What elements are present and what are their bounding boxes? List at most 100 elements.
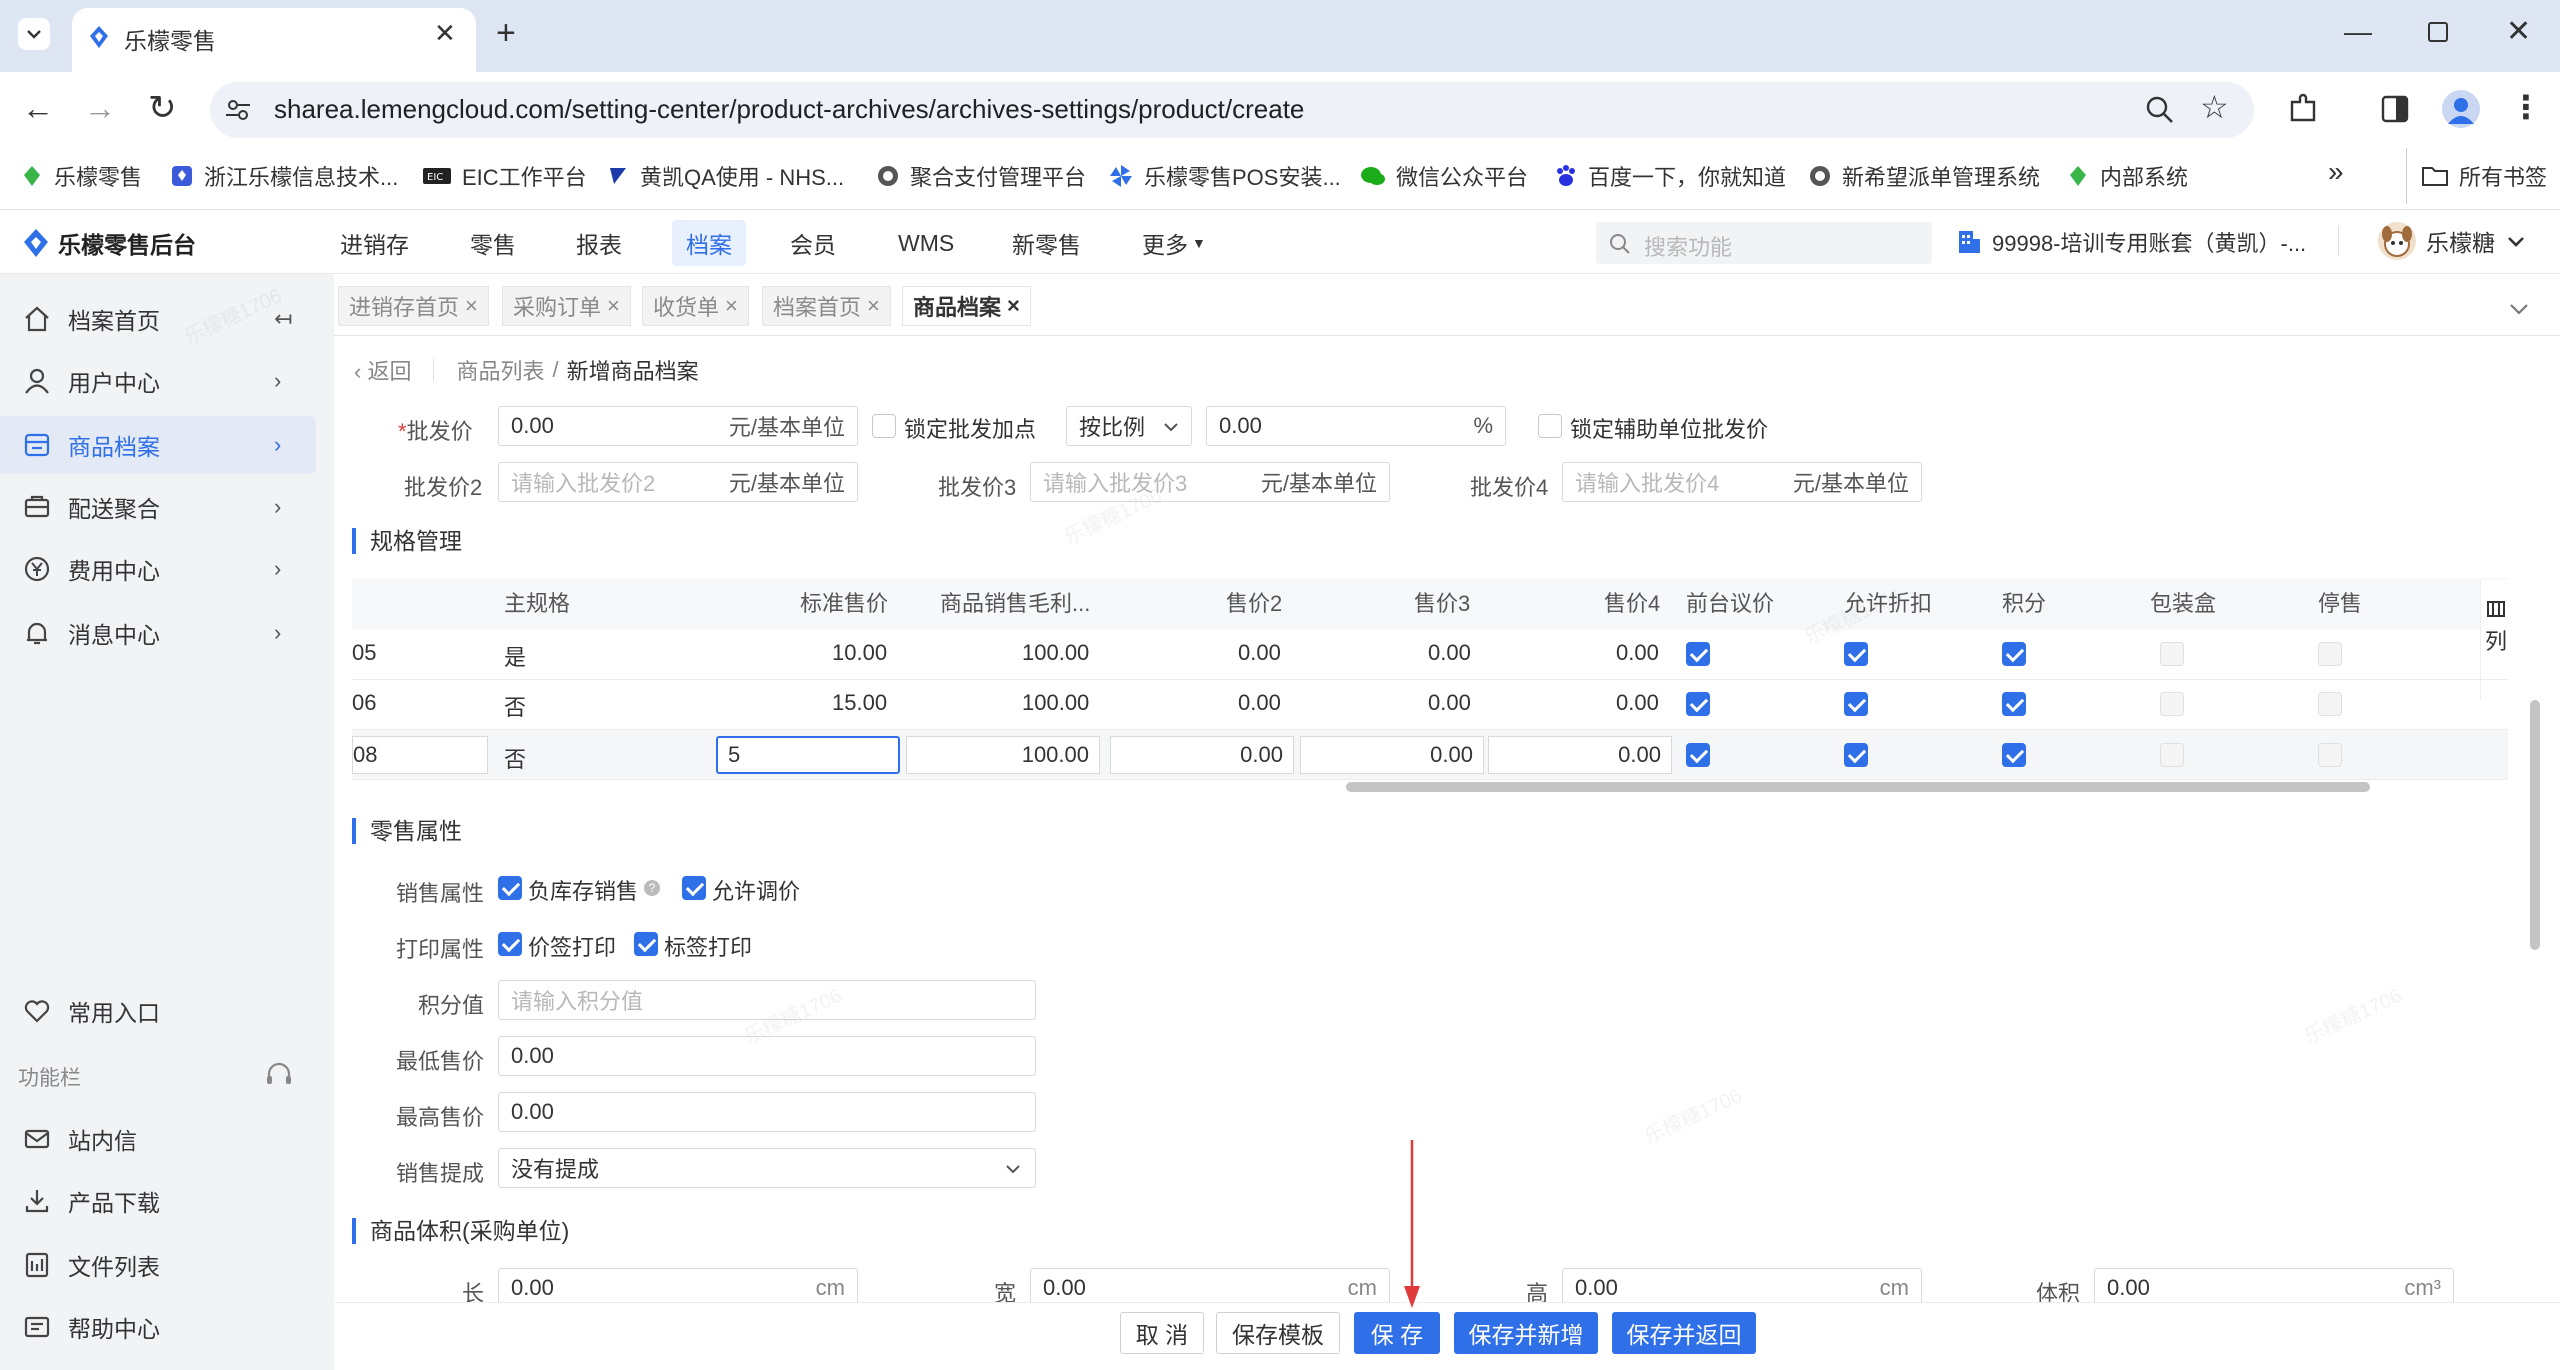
nav-retail[interactable]: 零售	[456, 220, 530, 266]
points-checkbox[interactable]	[2002, 642, 2026, 666]
close-icon[interactable]: ×	[867, 293, 880, 319]
new-tab-button[interactable]: +	[496, 14, 516, 53]
lock-markup-checkbox[interactable]	[872, 414, 896, 438]
package-box-checkbox[interactable]	[2160, 743, 2184, 767]
allow-discount-checkbox[interactable]	[1844, 642, 1868, 666]
close-icon[interactable]: ×	[465, 293, 478, 319]
forward-button[interactable]: →	[84, 90, 116, 127]
account-switcher[interactable]: 99998-培训专用账套（黄凯）-...	[1956, 226, 2306, 258]
stop-sale-checkbox[interactable]	[2318, 743, 2342, 767]
reload-button[interactable]: ↻	[148, 88, 177, 128]
sidebar-item-inbox[interactable]: 站内信	[0, 1110, 316, 1168]
page-vertical-scrollbar[interactable]	[2530, 700, 2540, 950]
price2-input[interactable]: 0.00	[1110, 736, 1294, 774]
bookmark-item[interactable]: EIC EIC工作平台	[422, 148, 587, 204]
zoom-icon[interactable]	[2144, 94, 2176, 126]
tab-product-archives[interactable]: 商品档案 ×	[902, 286, 1031, 326]
tab-psi-home[interactable]: 进销存首页 ×	[338, 286, 489, 326]
tab-close-icon[interactable]: ✕	[434, 18, 456, 49]
address-bar[interactable]: sharea.lemengcloud.com/setting-center/pr…	[210, 82, 2254, 138]
sidebar-item-message-center[interactable]: 消息中心 ›	[0, 604, 316, 662]
label-print-checkbox[interactable]	[634, 932, 658, 956]
counter-bargain-checkbox[interactable]	[1686, 692, 1710, 716]
price3-input[interactable]: 0.00	[1300, 736, 1484, 774]
nav-purchase-sales-inventory[interactable]: 进销存	[326, 220, 423, 266]
package-box-checkbox[interactable]	[2160, 692, 2184, 716]
app-logo[interactable]: 乐檬零售后台	[22, 226, 196, 260]
nav-members[interactable]: 会员	[776, 220, 850, 266]
browser-tab[interactable]: 乐檬零售 ✕	[72, 8, 476, 72]
sidebar-item-help-center[interactable]: 帮助中心	[0, 1298, 316, 1356]
bookmark-item[interactable]: 微信公众平台	[1360, 148, 1528, 204]
max-price-input[interactable]: 0.00	[498, 1092, 1036, 1132]
save-button[interactable]: 保 存	[1354, 1312, 1440, 1354]
bookmark-item[interactable]: 百度一下，你就知道	[1554, 148, 1786, 204]
close-window-button[interactable]: ✕	[2506, 14, 2531, 49]
tab-purchase-order[interactable]: 采购订单 ×	[502, 286, 631, 326]
bookmark-item[interactable]: 乐檬零售POS安装...	[1108, 148, 1341, 204]
help-question-icon[interactable]: ?	[644, 880, 660, 896]
function-search-input[interactable]: 搜索功能	[1596, 222, 1932, 264]
menu-kebab-icon[interactable]: ⋮	[2510, 88, 2542, 126]
markup-percent-input[interactable]: 0.00%	[1206, 406, 1506, 446]
gross-margin-input[interactable]: 100.00	[906, 736, 1100, 774]
bookmark-item[interactable]: 浙江乐檬信息技术...	[170, 148, 398, 204]
back-link[interactable]: ‹ 返回	[354, 354, 411, 386]
close-icon[interactable]: ×	[1007, 293, 1020, 319]
all-bookmarks-button[interactable]: 所有书签	[2406, 148, 2547, 204]
allow-discount-checkbox[interactable]	[1844, 692, 1868, 716]
save-and-new-button[interactable]: 保存并新增	[1454, 1312, 1598, 1354]
commission-select[interactable]: 没有提成	[498, 1148, 1036, 1188]
sidebar-item-product-download[interactable]: 产品下载	[0, 1172, 316, 1230]
sidebar-item-user-center[interactable]: 用户中心 ›	[0, 352, 316, 410]
side-panel-icon[interactable]	[2380, 94, 2410, 124]
close-icon[interactable]: ×	[725, 293, 738, 319]
bookmark-item[interactable]: 新希望派单管理系统	[1808, 148, 2040, 204]
save-and-return-button[interactable]: 保存并返回	[1612, 1312, 1756, 1354]
sidebar-item-delivery[interactable]: 配送聚合 ›	[0, 478, 316, 536]
sidebar-item-common-entry[interactable]: 常用入口	[0, 982, 316, 1040]
tab-receipt[interactable]: 收货单 ×	[642, 286, 749, 326]
nav-wms[interactable]: WMS	[884, 220, 968, 266]
bookmark-item[interactable]: 黄凯QA使用 - NHS...	[606, 148, 844, 204]
nav-reports[interactable]: 报表	[562, 220, 636, 266]
nav-more[interactable]: 更多 ▼	[1128, 220, 1220, 266]
stop-sale-checkbox[interactable]	[2318, 692, 2342, 716]
lock-aux-price-checkbox[interactable]	[1538, 414, 1562, 438]
allow-price-adjust-checkbox[interactable]	[682, 876, 706, 900]
tabs-dropdown-icon[interactable]	[2506, 296, 2532, 322]
counter-bargain-checkbox[interactable]	[1686, 642, 1710, 666]
restore-button[interactable]	[2428, 22, 2448, 42]
counter-bargain-checkbox[interactable]	[1686, 743, 1710, 767]
more-bookmarks-button[interactable]: »	[2328, 156, 2344, 188]
bookmark-star-icon[interactable]: ☆	[2200, 88, 2229, 126]
breadcrumb-parent[interactable]: 商品列表	[456, 354, 544, 386]
spec-code-input[interactable]: 08	[352, 736, 488, 774]
allow-discount-checkbox[interactable]	[1844, 743, 1868, 767]
package-box-checkbox[interactable]	[2160, 642, 2184, 666]
profile-avatar[interactable]	[2442, 90, 2480, 128]
table-horizontal-scrollbar[interactable]	[1346, 782, 2370, 792]
close-icon[interactable]: ×	[607, 293, 620, 319]
wholesale-price2-input[interactable]: 请输入批发价2 元/基本单位	[498, 462, 858, 502]
extensions-icon[interactable]	[2286, 92, 2320, 126]
ratio-select[interactable]: 按比例	[1066, 406, 1192, 446]
wholesale-price4-input[interactable]: 请输入批发价4 元/基本单位	[1562, 462, 1922, 502]
sidebar-item-product-archives[interactable]: 商品档案 ›	[0, 416, 316, 474]
sidebar-item-file-list[interactable]: 文件列表	[0, 1236, 316, 1294]
points-checkbox[interactable]	[2002, 743, 2026, 767]
tab-search-button[interactable]	[18, 18, 50, 50]
cancel-button[interactable]: 取 消	[1120, 1312, 1204, 1354]
headset-icon[interactable]	[264, 1060, 294, 1090]
bookmark-item[interactable]: 聚合支付管理平台	[876, 148, 1086, 204]
wholesale-price3-input[interactable]: 请输入批发价3 元/基本单位	[1030, 462, 1390, 502]
wholesale-price-input[interactable]: 0.00 元/基本单位	[498, 406, 858, 446]
minimize-button[interactable]: —	[2344, 16, 2372, 48]
bookmark-item[interactable]: 内部系统	[2066, 148, 2188, 204]
bookmark-item[interactable]: 乐檬零售	[20, 148, 142, 204]
standard-price-input[interactable]: 5	[716, 736, 900, 774]
nav-archives[interactable]: 档案	[672, 220, 746, 266]
negative-stock-checkbox[interactable]	[498, 876, 522, 900]
stop-sale-checkbox[interactable]	[2318, 642, 2342, 666]
price-tag-print-checkbox[interactable]	[498, 932, 522, 956]
